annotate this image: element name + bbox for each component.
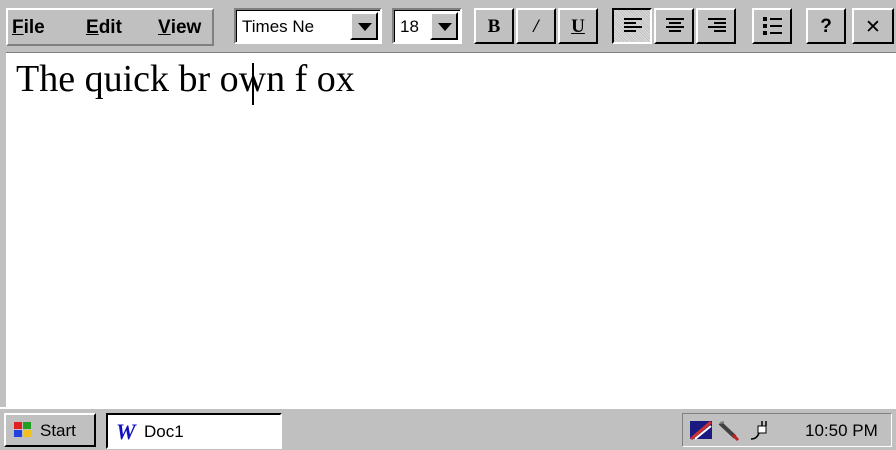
font-name-combobox[interactable]: Times Ne <box>234 8 382 44</box>
italic-button[interactable]: / <box>516 8 556 44</box>
font-size-combobox[interactable]: 18 <box>392 8 462 44</box>
document-area[interactable]: The quick br own f ox <box>6 52 896 408</box>
stylus-input-icon[interactable] <box>717 419 741 441</box>
menu-edit-accelerator: E <box>86 17 99 38</box>
close-icon: ✕ <box>865 17 881 38</box>
start-label: Start <box>40 421 76 440</box>
windows-logo-icon <box>14 422 31 437</box>
menu-edit[interactable]: Edit <box>86 10 146 46</box>
word-app-icon: W <box>116 419 136 444</box>
underline-button[interactable]: U <box>558 8 598 44</box>
menu-view[interactable]: View <box>158 10 218 46</box>
menu-view-label: iew <box>170 17 202 38</box>
menu-view-accelerator: V <box>158 17 171 38</box>
power-plug-icon[interactable] <box>749 419 773 441</box>
size-dropdown-arrow-icon[interactable] <box>430 12 458 40</box>
bulleted-list-icon <box>763 17 782 35</box>
document-text[interactable]: The quick br own f ox <box>16 57 355 101</box>
menu-file-label: ile <box>23 17 45 38</box>
taskbar: Start W Doc1 10:50 PM <box>0 407 896 450</box>
network-status-icon[interactable] <box>689 419 713 441</box>
align-left-icon <box>624 18 642 36</box>
close-button[interactable]: ✕ <box>852 8 894 44</box>
help-button[interactable]: ? <box>806 8 846 44</box>
command-bar: File Edit View Times Ne 18 B / U ? ✕ <box>0 0 896 52</box>
start-button[interactable]: Start <box>4 413 96 447</box>
menu-edit-label: dit <box>98 17 122 38</box>
align-left-button[interactable] <box>612 8 652 44</box>
underline-icon: U <box>571 16 585 37</box>
text-caret <box>252 63 254 105</box>
align-center-icon <box>666 18 684 36</box>
bold-button[interactable]: B <box>474 8 514 44</box>
taskbar-doc1-button[interactable]: W Doc1 <box>106 413 282 449</box>
taskbar-doc1-label: Doc1 <box>144 422 184 441</box>
italic-icon: / <box>533 16 539 37</box>
menu-file[interactable]: File <box>12 10 72 46</box>
font-size-value: 18 <box>400 17 419 36</box>
align-right-icon <box>708 18 726 36</box>
align-center-button[interactable] <box>654 8 694 44</box>
help-icon: ? <box>820 16 832 37</box>
font-dropdown-arrow-icon[interactable] <box>350 12 378 40</box>
align-right-button[interactable] <box>696 8 736 44</box>
system-tray: 10:50 PM <box>682 413 892 447</box>
menu-file-accelerator: F <box>12 17 24 38</box>
bold-icon: B <box>487 16 501 37</box>
font-name-value: Times Ne <box>242 17 315 36</box>
clock[interactable]: 10:50 PM <box>805 421 878 441</box>
bullets-button[interactable] <box>752 8 792 44</box>
